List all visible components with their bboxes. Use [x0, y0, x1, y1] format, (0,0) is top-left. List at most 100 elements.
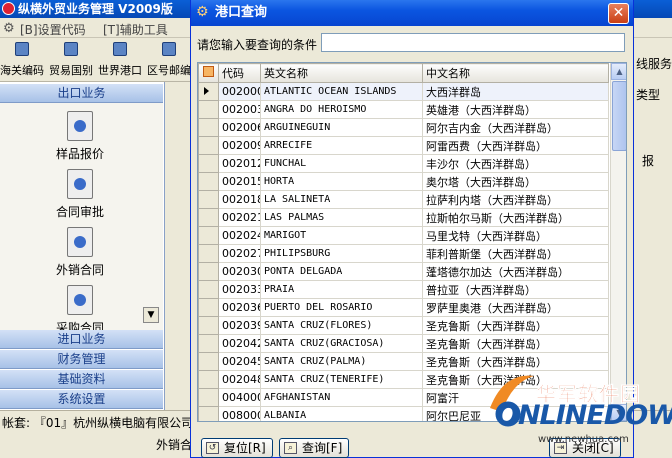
cell-english-name[interactable]: SANTA CRUZ(TENERIFE)	[260, 370, 423, 389]
toolbar-trade-country[interactable]: 贸易国别	[49, 42, 93, 80]
cell-english-name[interactable]: ARRECIFE	[260, 136, 423, 155]
cell-code[interactable]: 002021	[218, 208, 261, 227]
sidebar-section-export[interactable]: 出口业务	[0, 84, 163, 103]
cell-english-name[interactable]: SANTA CRUZ(GRACIOSA)	[260, 334, 423, 353]
table-row[interactable]: 002024 MARIGOT 马里戈特（大西洋群岛）	[198, 226, 609, 245]
row-indicator-cell[interactable]	[198, 82, 219, 101]
cell-english-name[interactable]: HORTA	[260, 172, 423, 191]
table-row[interactable]: 002012 FUNCHAL 丰沙尔（大西洋群岛）	[198, 154, 609, 173]
scroll-down-button[interactable]: ▼	[611, 404, 626, 421]
row-indicator-cell[interactable]	[198, 370, 219, 389]
cell-english-name[interactable]: ALBANIA	[260, 406, 423, 421]
cell-chinese-name[interactable]: 拉斯帕尔马斯（大西洋群岛）	[422, 208, 609, 227]
cell-code[interactable]: 002036	[218, 298, 261, 317]
sidebar-item-export-contract[interactable]: 外销合同	[0, 227, 160, 278]
cell-english-name[interactable]: PRAIA	[260, 280, 423, 299]
cell-chinese-name[interactable]: 罗萨里奥港（大西洋群岛）	[422, 298, 609, 317]
dialog-titlebar[interactable]: ⚙ 港口查询 ✕	[191, 0, 633, 26]
cell-code[interactable]: 002003	[218, 100, 261, 119]
toolbar-world-port[interactable]: 世界港口	[98, 42, 142, 80]
menu-aux-tools[interactable]: [T]辅助工具	[103, 21, 168, 38]
cell-code[interactable]: 002000	[218, 82, 261, 101]
row-indicator-cell[interactable]	[198, 172, 219, 191]
table-row[interactable]: 004000 AFGHANISTAN 阿富汗	[198, 388, 609, 407]
cell-chinese-name[interactable]: 阿尔吉内金（大西洋群岛）	[422, 118, 609, 137]
cell-english-name[interactable]: SANTA CRUZ(FLORES)	[260, 316, 423, 335]
row-indicator-cell[interactable]	[198, 262, 219, 281]
cell-code[interactable]: 002045	[218, 352, 261, 371]
query-button[interactable]: ⌕ 查询[F]	[279, 438, 350, 458]
table-row[interactable]: 002015 HORTA 奥尔塔（大西洋群岛）	[198, 172, 609, 191]
table-row[interactable]: 002045 SANTA CRUZ(PALMA) 圣克鲁斯（大西洋群岛）	[198, 352, 609, 371]
cell-english-name[interactable]: SANTA CRUZ(PALMA)	[260, 352, 423, 371]
table-row[interactable]: 002003 ANGRA DO HEROISMO 英雄港（大西洋群岛）	[198, 100, 609, 119]
cell-chinese-name[interactable]: 马里戈特（大西洋群岛）	[422, 226, 609, 245]
scroll-thumb[interactable]	[612, 81, 626, 151]
cell-english-name[interactable]: AFGHANISTAN	[260, 388, 423, 407]
scroll-up-button[interactable]: ▲	[611, 63, 626, 80]
cell-chinese-name[interactable]: 奥尔塔（大西洋群岛）	[422, 172, 609, 191]
sidebar-item-sample-quote[interactable]: 样品报价	[0, 111, 160, 162]
table-row[interactable]: 002042 SANTA CRUZ(GRACIOSA) 圣克鲁斯（大西洋群岛）	[198, 334, 609, 353]
cell-english-name[interactable]: PONTA DELGADA	[260, 262, 423, 281]
cell-code[interactable]: 002012	[218, 154, 261, 173]
column-header-code[interactable]: 代码	[218, 63, 261, 83]
table-row[interactable]: 002036 PUERTO DEL ROSARIO 罗萨里奥港（大西洋群岛）	[198, 298, 609, 317]
cell-english-name[interactable]: MARIGOT	[260, 226, 423, 245]
table-row[interactable]: 002027 PHILIPSBURG 菲利普斯堡（大西洋群岛）	[198, 244, 609, 263]
cell-chinese-name[interactable]: 英雄港（大西洋群岛）	[422, 100, 609, 119]
cell-english-name[interactable]: PUERTO DEL ROSARIO	[260, 298, 423, 317]
table-row[interactable]: 002006 ARGUINEGUIN 阿尔吉内金（大西洋群岛）	[198, 118, 609, 137]
row-indicator-cell[interactable]	[198, 298, 219, 317]
cell-chinese-name[interactable]: 圣克鲁斯（大西洋群岛）	[422, 316, 609, 335]
cell-chinese-name[interactable]: 阿富汗	[422, 388, 609, 407]
cell-code[interactable]: 002015	[218, 172, 261, 191]
column-header-english-name[interactable]: 英文名称	[260, 63, 423, 83]
table-row[interactable]: 002033 PRAIA 普拉亚（大西洋群岛）	[198, 280, 609, 299]
cell-chinese-name[interactable]: 普拉亚（大西洋群岛）	[422, 280, 609, 299]
cell-english-name[interactable]: ANGRA DO HEROISMO	[260, 100, 423, 119]
sidebar-item-contract-approval[interactable]: 合同审批	[0, 169, 160, 220]
cell-chinese-name[interactable]: 大西洋群岛	[422, 82, 609, 101]
row-indicator-cell[interactable]	[198, 154, 219, 173]
cell-chinese-name[interactable]: 蓬塔德尔加达（大西洋群岛）	[422, 262, 609, 281]
row-indicator-cell[interactable]	[198, 100, 219, 119]
table-row[interactable]: 002018 LA SALINETA 拉萨利内塔（大西洋群岛）	[198, 190, 609, 209]
cell-english-name[interactable]: FUNCHAL	[260, 154, 423, 173]
sidebar-item-purchase-contract[interactable]: 采购合同	[0, 285, 160, 334]
cell-english-name[interactable]: ARGUINEGUIN	[260, 118, 423, 137]
cell-english-name[interactable]: LAS PALMAS	[260, 208, 423, 227]
table-row[interactable]: 002030 PONTA DELGADA 蓬塔德尔加达（大西洋群岛）	[198, 262, 609, 281]
cell-code[interactable]: 002030	[218, 262, 261, 281]
row-indicator-cell[interactable]	[198, 388, 219, 407]
cell-english-name[interactable]: ATLANTIC OCEAN ISLANDS	[260, 82, 423, 101]
row-indicator-cell[interactable]	[198, 334, 219, 353]
online-service-label[interactable]: 线服务	[636, 55, 672, 72]
cell-chinese-name[interactable]: 圣克鲁斯（大西洋群岛）	[422, 370, 609, 389]
sidebar-section-basic[interactable]: 基础资料	[0, 370, 163, 389]
cell-code[interactable]: 002042	[218, 334, 261, 353]
cell-code[interactable]: 002039	[218, 316, 261, 335]
cell-chinese-name[interactable]: 丰沙尔（大西洋群岛）	[422, 154, 609, 173]
sidebar-scroll-down-button[interactable]: ▼	[143, 307, 159, 323]
toolbar-customs-code[interactable]: 海关编码	[0, 42, 44, 80]
row-indicator-cell[interactable]	[198, 406, 219, 421]
cell-english-name[interactable]: PHILIPSBURG	[260, 244, 423, 263]
cell-code[interactable]: 002027	[218, 244, 261, 263]
table-row[interactable]: 002021 LAS PALMAS 拉斯帕尔马斯（大西洋群岛）	[198, 208, 609, 227]
row-indicator-cell[interactable]	[198, 280, 219, 299]
cell-chinese-name[interactable]: 圣克鲁斯（大西洋群岛）	[422, 352, 609, 371]
sidebar-section-finance[interactable]: 财务管理	[0, 350, 163, 369]
table-row[interactable]: 002009 ARRECIFE 阿雷西费（大西洋群岛）	[198, 136, 609, 155]
reset-button[interactable]: ↺ 复位[R]	[201, 438, 273, 458]
column-header-chinese-name[interactable]: 中文名称	[422, 63, 609, 83]
sidebar-section-system[interactable]: 系统设置	[0, 390, 163, 409]
dialog-close-button[interactable]: ⇥ 关闭[C]	[549, 438, 621, 458]
cell-chinese-name[interactable]: 圣克鲁斯（大西洋群岛）	[422, 334, 609, 353]
grid-vertical-scrollbar[interactable]: ▲ ▼	[610, 63, 626, 421]
header-indicator-cell[interactable]	[198, 63, 219, 83]
export-contract-tab-label[interactable]: 外销合	[156, 436, 192, 453]
gear-icon[interactable]: ⚙	[3, 21, 15, 36]
cell-code[interactable]: 002024	[218, 226, 261, 245]
row-indicator-cell[interactable]	[198, 118, 219, 137]
